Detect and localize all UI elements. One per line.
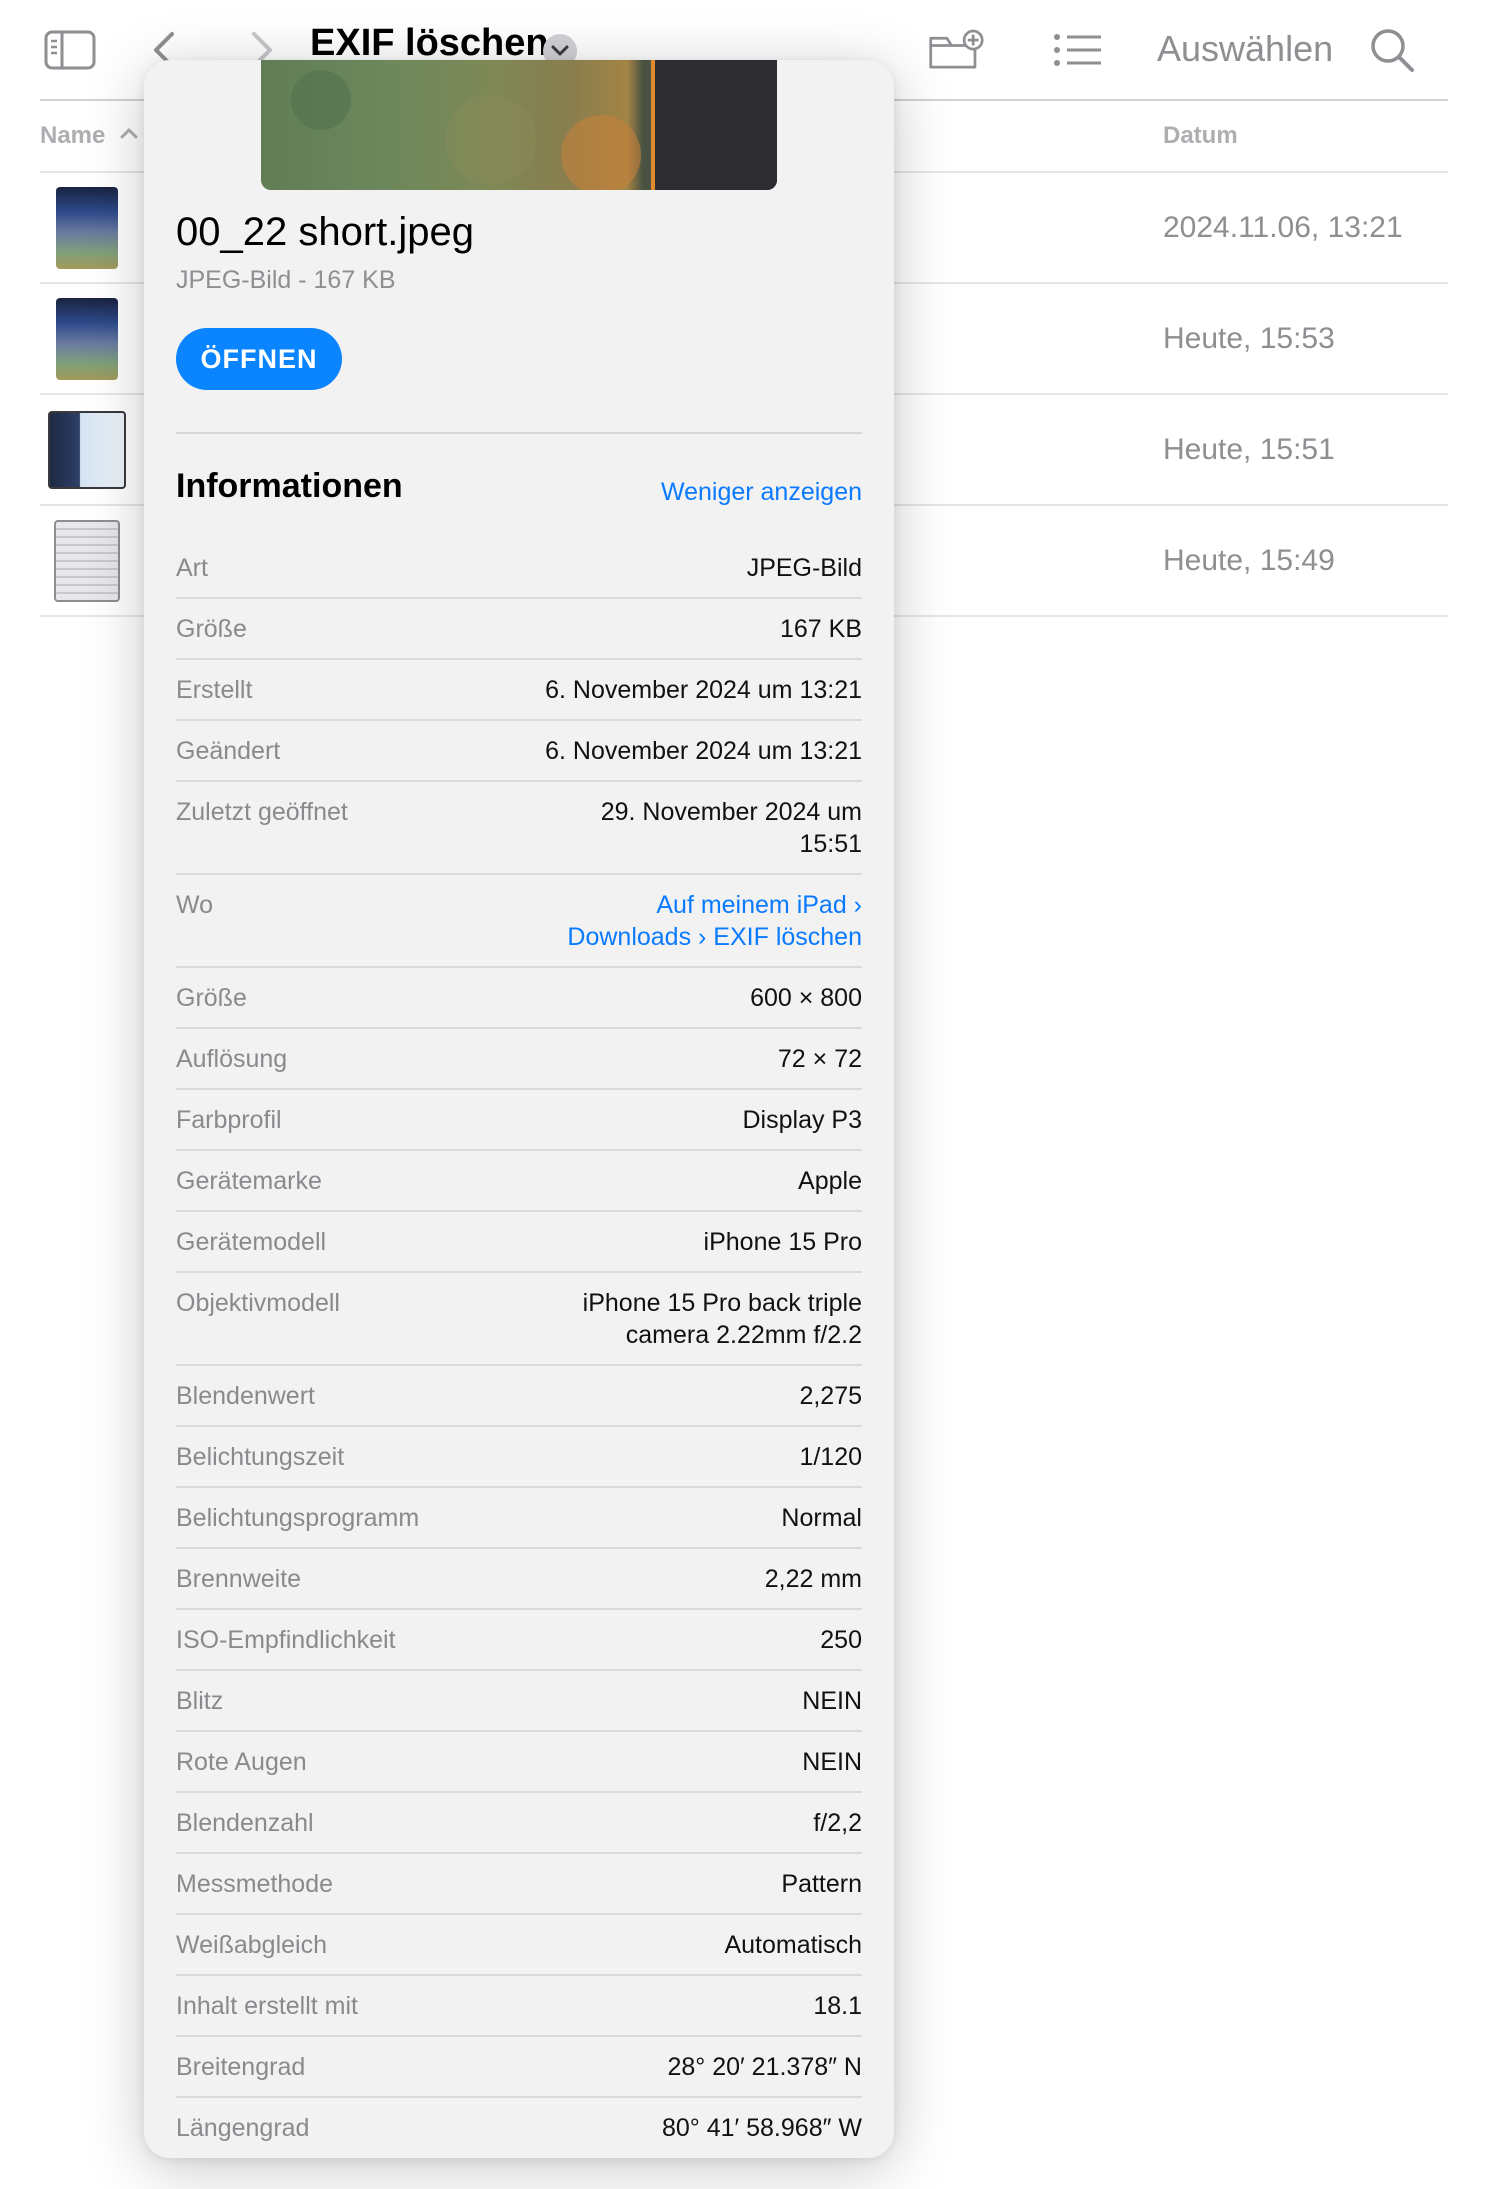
info-row: Inhalt erstellt mit 18.1 [176,1976,862,2037]
info-label: Belichtungsprogramm [176,1504,420,1532]
info-label: Messmethode [176,1870,334,1898]
info-label: Rote Augen [176,1748,307,1776]
info-row: Erstellt 6. November 2024 um 13:21 [176,660,862,721]
info-row: Geändert 6. November 2024 um 13:21 [176,721,862,782]
info-label: ISO-Empfindlichkeit [176,1626,396,1654]
info-value: iPhone 15 Pro back triple camera 2.22mm … [582,1289,862,1349]
info-value: 18.1 [813,1992,862,2020]
info-row: Größe 600 × 800 [176,968,862,1029]
info-table: Art JPEG-Bild Größe 167 KB Erstellt 6. Nove… [176,538,862,2157]
select-button[interactable]: Auswählen [1157,28,1333,70]
info-value: 6. November 2024 um 13:21 [545,737,862,765]
info-value: f/2,2 [813,1809,862,1837]
info-label: Brennweite [176,1565,302,1593]
info-row: Messmethode Pattern [176,1854,862,1915]
info-row: Gerätemarke Apple [176,1151,862,1212]
info-row: Längengrad 80° 41′ 58.968″ W [176,2098,862,2157]
info-row: Gerätemodell iPhone 15 Pro [176,1212,862,1273]
info-value: 6. November 2024 um 13:21 [545,676,862,704]
info-row: Breitengrad 28° 20′ 21.378″ N [176,2037,862,2098]
info-value: 2,22 mm [764,1565,862,1593]
info-label: Belichtungszeit [176,1443,345,1471]
info-row: Belichtungsprogramm Normal [176,1488,862,1549]
info-label: Blendenzahl [176,1809,314,1837]
info-value: 28° 20′ 21.378″ N [667,2053,862,2081]
info-value: Automatisch [724,1931,862,1959]
info-value: Normal [781,1504,862,1532]
file-info-popover: 00_22 short.jpeg JPEG-Bild - 167 KB ÖFFN… [144,60,894,2158]
file-date: Heute, 15:51 [1163,433,1335,466]
info-row: Blendenwert 2,275 [176,1366,862,1427]
info-label: Inhalt erstellt mit [176,1992,359,2020]
info-value: iPhone 15 Pro [703,1228,862,1256]
info-row: Belichtungszeit 1/120 [176,1427,862,1488]
info-label: Blendenwert [176,1382,315,1410]
info-value: 80° 41′ 58.968″ W [661,2114,862,2142]
info-value: 29. November 2024 um 15:51 [600,798,862,858]
info-row: Wo Auf meinem iPad › Downloads › EXIF lös… [176,875,862,968]
file-date: 2024.11.06, 13:21 [1163,211,1403,244]
info-label: Auflösung [176,1045,288,1073]
info-row: Blendenzahl f/2,2 [176,1793,862,1854]
list-view-icon[interactable] [1050,22,1106,78]
folder-title[interactable]: EXIF löschen [310,22,549,65]
file-date: Heute, 15:49 [1163,544,1335,577]
info-value: 600 × 800 [750,984,862,1012]
file-thumbnail [56,187,118,269]
info-value: 1/120 [799,1443,862,1471]
file-thumbnail [54,520,120,602]
sidebar-icon[interactable] [42,22,98,78]
info-value: 2,275 [799,1382,862,1410]
image-preview [261,60,777,190]
info-row: Blitz NEIN [176,1671,862,1732]
info-row: Objektivmodell iPhone 15 Pro back triple … [176,1273,862,1366]
name-column-header[interactable]: Name [40,122,105,150]
info-row: Auflösung 72 × 72 [176,1029,862,1090]
info-row: Art JPEG-Bild [176,538,862,599]
info-label: Größe [176,615,247,643]
file-date: Heute, 15:53 [1163,322,1335,355]
file-thumbnail [48,411,126,489]
info-value: Display P3 [742,1106,863,1134]
info-row: Zuletzt geöffnet 29. November 2024 um 15:… [176,782,862,875]
info-row: ISO-Empfindlichkeit 250 [176,1610,862,1671]
info-value: Apple [798,1167,862,1195]
info-label: Blitz [176,1687,224,1715]
info-label: Gerätemarke [176,1167,322,1195]
file-type-size: JPEG-Bild - 167 KB [176,266,396,294]
info-value: Pattern [781,1870,862,1898]
info-value: NEIN [802,1687,862,1715]
info-value: 72 × 72 [777,1045,862,1073]
info-row: Rote Augen NEIN [176,1732,862,1793]
info-section-title: Informationen [176,467,403,505]
popover-divider [176,432,862,434]
info-value: 250 [820,1626,862,1654]
info-row: Weißabgleich Automatisch [176,1915,862,1976]
date-column-header[interactable]: Datum [1163,122,1238,150]
search-icon[interactable] [1364,22,1420,78]
info-value: 167 KB [779,615,862,643]
sort-ascending-icon[interactable] [120,126,138,144]
new-folder-icon[interactable] [928,22,984,78]
location-path-link[interactable]: Auf meinem iPad › Downloads › EXIF lösch… [542,889,862,953]
file-name: 00_22 short.jpeg [176,210,475,254]
info-value: NEIN [802,1748,862,1776]
info-row: Größe 167 KB [176,599,862,660]
info-row: Farbprofil Display P3 [176,1090,862,1151]
file-thumbnail [56,298,118,380]
open-button[interactable]: ÖFFNEN [176,328,342,390]
info-row: Brennweite 2,22 mm [176,1549,862,1610]
show-less-link[interactable]: Weniger anzeigen [661,478,862,507]
info-value: JPEG-Bild [746,554,862,582]
